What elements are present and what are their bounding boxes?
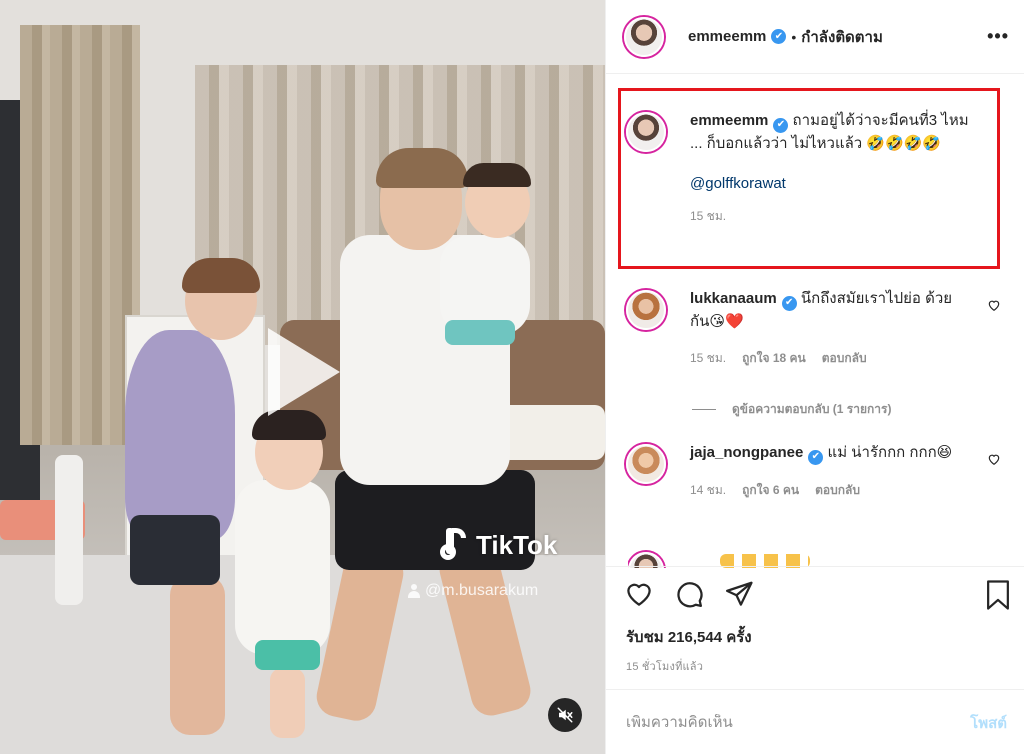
reply-button[interactable]: ตอบกลับ: [815, 479, 860, 501]
video-curtain-left: [20, 25, 140, 445]
action-icons: [624, 579, 754, 609]
reply-button[interactable]: ตอบกลับ: [822, 347, 867, 369]
heart-icon[interactable]: [987, 452, 1001, 466]
caption-username[interactable]: emmeemm: [690, 112, 768, 129]
verified-badge-icon: ✔: [808, 449, 824, 465]
video-cushion: [500, 405, 605, 460]
woman-hair: [182, 258, 260, 293]
comment-time[interactable]: 15 ชม.: [690, 347, 726, 369]
tiktok-watermark: TikTok: [440, 528, 557, 562]
comment-username[interactable]: lukkanaaum: [690, 290, 777, 307]
list-item: [628, 548, 898, 568]
list-item: lukkanaaum ✔ นึกถึงสมัยเราไปย่อ ด้วยกัน😘❤…: [626, 288, 1011, 369]
header-username[interactable]: emmeemm: [688, 28, 766, 45]
caption-time[interactable]: 15 ชม.: [690, 205, 726, 227]
add-comment-bar: โพสต์: [606, 689, 1024, 754]
post-caption: emmeemm ✔ ถามอยู่ได้ว่าจะมีคนที่3 ไหม ...…: [626, 110, 1011, 227]
caption-body: emmeemm ✔ ถามอยู่ได้ว่าจะมีคนที่3 ไหม ...…: [690, 110, 970, 227]
woman-shorts: [130, 515, 220, 585]
caption-mention-link[interactable]: @golffkorawat: [690, 173, 970, 195]
comment-input[interactable]: [626, 714, 971, 731]
list-item: jaja_nongpanee ✔ แม่ น่ารักกก กกก😆 14 ชม.…: [626, 442, 1011, 501]
woman-leg: [170, 575, 225, 735]
girl-shorts: [255, 640, 320, 670]
replies-divider: [692, 409, 716, 410]
post-video[interactable]: TikTok @m.busarakum: [0, 0, 605, 754]
comment-time[interactable]: 14 ชม.: [690, 479, 726, 501]
tiktok-brand-text: TikTok: [476, 529, 558, 560]
comment-bubble-icon[interactable]: [674, 579, 704, 609]
verified-badge-icon: ✔: [781, 295, 797, 311]
comment-body: jaja_nongpanee ✔ แม่ น่ารักกก กกก😆 14 ชม.…: [690, 442, 970, 501]
comment-likes[interactable]: ถูกใจ 18 คน: [742, 347, 806, 369]
header-separator: •: [791, 28, 797, 45]
commenter-avatar[interactable]: [626, 444, 666, 484]
comment-username[interactable]: jaja_nongpanee: [690, 444, 803, 461]
mute-button[interactable]: [548, 698, 582, 732]
commenter-avatar[interactable]: [626, 290, 666, 330]
user-icon: [408, 584, 420, 598]
tiktok-username: @m.busarakum: [425, 582, 539, 599]
woman-body: [125, 330, 235, 540]
speaker-muted-icon: [557, 707, 573, 723]
more-options-icon[interactable]: •••: [987, 26, 1009, 47]
comment-text: แม่ น่ารักกก กกก😆: [823, 444, 953, 461]
comment-meta: 15 ชม. ถูกใจ 18 คน ตอบกลับ: [690, 347, 970, 369]
post-header: emmeemm ✔ • กำลังติดตาม •••: [606, 0, 1024, 74]
baby-shorts: [445, 320, 515, 345]
like-heart-icon[interactable]: [624, 579, 654, 609]
tiktok-logo-icon: [440, 528, 470, 562]
post-timestamp[interactable]: 15 ชั่วโมงที่แล้ว: [626, 657, 703, 675]
baby-hair: [463, 163, 531, 187]
share-paper-plane-icon[interactable]: [724, 579, 754, 609]
following-button[interactable]: กำลังติดตาม: [801, 25, 883, 49]
verified-badge-icon: ✔: [773, 117, 789, 133]
post-side-panel: emmeemm ✔ • กำลังติดตาม ••• emmeemm ✔ ถาม…: [605, 0, 1024, 754]
post-actions: รับชม 216,544 ครั้ง 15 ชั่วโมงที่แล้ว โพ…: [606, 566, 1024, 754]
video-kids-chair: [0, 455, 85, 645]
view-count[interactable]: รับชม 216,544 ครั้ง: [626, 625, 752, 649]
man-hair: [376, 148, 468, 188]
girl-leg: [270, 668, 305, 738]
view-replies-button[interactable]: ดูข้อความตอบกลับ (1 รายการ): [692, 400, 891, 419]
comment-likes[interactable]: ถูกใจ 6 คน: [742, 479, 799, 501]
verified-badge-icon: ✔: [771, 29, 787, 44]
bookmark-icon[interactable]: [983, 579, 1013, 611]
comment-meta: 14 ชม. ถูกใจ 6 คน ตอบกลับ: [690, 479, 970, 501]
post-comment-button[interactable]: โพสต์: [970, 711, 1007, 735]
avatar[interactable]: [624, 16, 664, 57]
caption-avatar[interactable]: [626, 112, 666, 152]
play-icon[interactable]: [268, 328, 340, 416]
caption-meta: 15 ชม.: [690, 205, 970, 227]
view-replies-label: ดูข้อความตอบกลับ (1 รายการ): [732, 402, 892, 416]
tiktok-user-watermark: @m.busarakum: [408, 582, 538, 600]
comment-body: lukkanaaum ✔ นึกถึงสมัยเราไปย่อ ด้วยกัน😘❤…: [690, 288, 970, 369]
girl-body: [235, 480, 330, 655]
heart-icon[interactable]: [987, 298, 1001, 312]
